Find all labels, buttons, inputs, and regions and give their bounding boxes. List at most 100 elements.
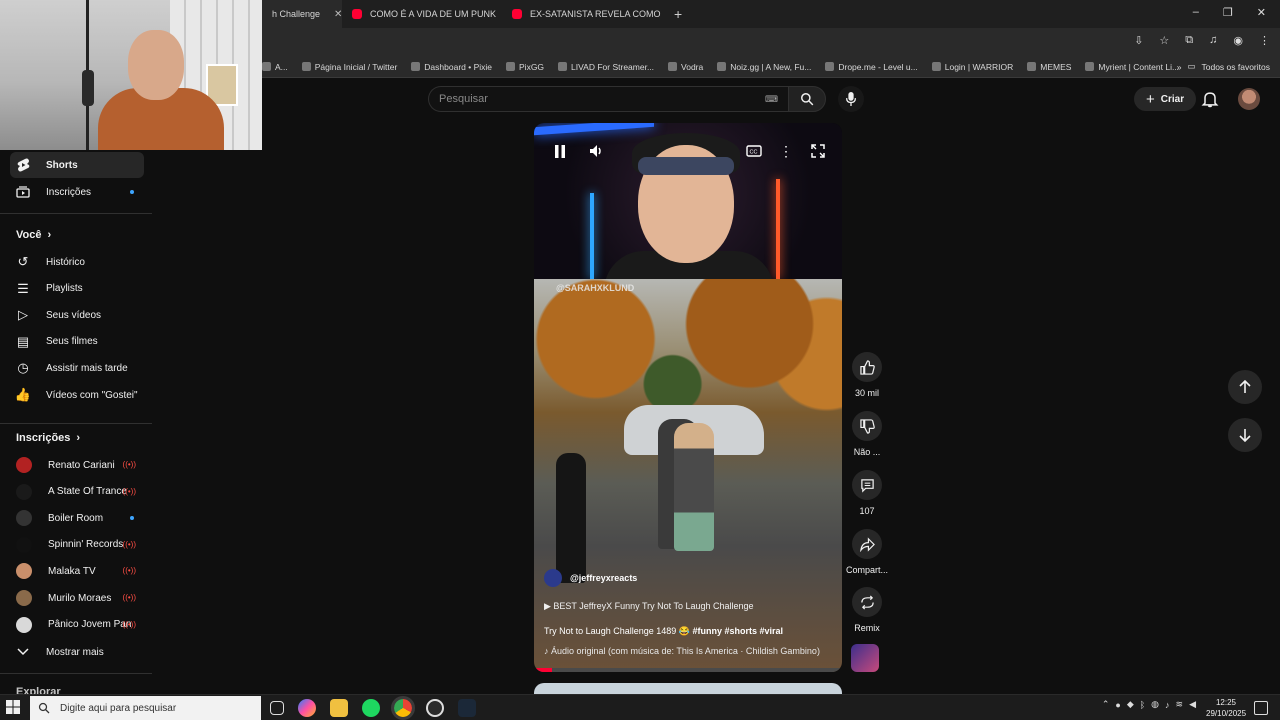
toolbar-icons: ⇩ ☆ ⧉ ♫ ◉ ⋮ [1134,34,1270,47]
bookmark-item[interactable]: Myrient | Content Li... [1085,62,1179,72]
search-button[interactable] [788,86,826,112]
copilot-icon[interactable] [298,699,316,717]
discord-tray-icon[interactable]: ◆ [1127,699,1134,710]
youtube-masthead: Pesquisar ⌨ + Criar [262,79,1280,119]
minimize-icon[interactable]: – [1193,6,1199,19]
subscription-channel[interactable]: A State Of Trance ((•)) [10,479,144,505]
close-icon[interactable]: ✕ [334,9,342,20]
short-metadata: @jeffreyxreacts ▶ BEST JeffreyX Funny Tr… [544,569,836,656]
window-controls: – ❐ ✕ [1193,6,1266,19]
account-avatar[interactable] [1238,88,1260,110]
short-hashtags[interactable]: #funny #shorts #viral [692,626,783,636]
bookmark-label: Dashboard • Pixie [424,61,493,72]
steam-tray-icon[interactable]: ● [1115,700,1120,710]
bookmark-item[interactable]: Drope.me - Level u... [825,62,918,72]
bookmark-item[interactable]: Página Inicial / Twitter [301,62,397,72]
chrome-icon[interactable] [391,696,415,720]
subscription-channel[interactable]: Spinnin' Records ((•)) [10,532,144,558]
search-input[interactable]: Pesquisar ⌨ [428,86,788,112]
obs-icon[interactable] [426,699,444,717]
playback-progress-bar[interactable] [534,668,842,672]
bookmark-item[interactable]: Noiz.gg | A New, Fu... [717,62,811,72]
bookmark-item[interactable]: PixGG [506,62,544,72]
audio-track-link[interactable]: ♪ Áudio original (com música de: This Is… [544,646,836,656]
browser-tab[interactable]: EX-SATANISTA REVELA COMO ✕ [502,0,662,28]
new-tab-button[interactable]: + [674,6,682,22]
subscription-channel[interactable]: Malaka TV ((•)) [10,558,144,584]
channel-link[interactable]: @jeffreyxreacts [544,569,836,587]
close-window-icon[interactable]: ✕ [1257,6,1266,19]
bookmarks-overflow-icon[interactable]: » [1177,62,1182,72]
clock-time: 12:25 [1215,698,1237,707]
sidebar-item-label: Seus vídeos [46,309,102,321]
bookmark-item[interactable]: Login | WARRIOR [931,62,1013,72]
steam-icon[interactable] [458,699,476,717]
restore-icon[interactable]: ❐ [1223,6,1233,19]
bluetooth-icon[interactable]: ᛒ [1140,700,1145,710]
pause-button[interactable] [550,141,570,161]
subscription-channel[interactable]: Renato Cariani ((•)) [10,452,144,478]
fullscreen-button[interactable] [808,141,828,161]
related-video-link[interactable]: ▶ BEST JeffreyX Funny Try Not To Laugh C… [544,601,836,612]
x-icon [301,62,311,71]
volume-tray-icon[interactable]: ◀ [1189,699,1196,710]
sidebar-item-playlists[interactable]: ☰ Playlists [10,276,144,302]
star-icon[interactable]: ☆ [1159,34,1169,47]
comments-button[interactable] [852,470,882,500]
bookmark-item[interactable]: MEMES [1027,62,1071,72]
bell-icon [1201,92,1219,108]
share-button[interactable] [852,529,882,559]
shorts-player[interactable]: @SARAHXKLUND CC ⋮ @jeffreyxreacts ▶ BEST… [534,123,842,672]
more-options-button[interactable]: ⋮ [776,141,796,161]
notifications-button[interactable] [1200,89,1220,109]
previous-short-button[interactable] [1228,370,1262,404]
subscription-channel[interactable]: Pânico Jovem Pan ((•)) [10,612,144,638]
audio-source-thumbnail[interactable] [851,644,879,672]
subscription-channel[interactable]: Murilo Moraes ((•)) [10,585,144,611]
tray-overflow-icon[interactable]: ⌃ [1102,699,1110,710]
taskbar-search-input[interactable]: Digite aqui para pesquisar [30,696,261,720]
install-app-icon[interactable]: ⇩ [1134,34,1143,47]
show-more-button[interactable]: Mostrar mais [10,639,144,665]
remix-button[interactable] [852,587,882,617]
keyboard-icon[interactable]: ⌨ [765,94,778,105]
captions-button[interactable]: CC [744,141,764,161]
bookmark-item[interactable]: A... [262,62,288,72]
all-bookmarks[interactable]: » ▭ Todos os favoritos [1177,61,1270,72]
sidebar-item-history[interactable]: ↺ Histórico [10,249,144,275]
dislike-button[interactable] [852,411,882,441]
create-button[interactable]: + Criar [1134,87,1197,111]
browser-tab-active[interactable]: h Challenge ✕ [262,0,342,28]
menu-icon[interactable]: ⋮ [1259,34,1270,47]
sidebar-item-liked[interactable]: 👍 Vídeos com "Gostei" [10,382,144,408]
mic-tray-icon[interactable]: ♪ [1165,700,1170,710]
bookmark-item[interactable]: Vodra [668,62,703,72]
file-explorer-icon[interactable] [330,699,348,717]
system-clock[interactable]: 12:25 29/10/2025 [1206,697,1246,719]
next-short-button[interactable] [1228,418,1262,452]
sidebar-subscriptions-header[interactable]: Inscrições › [16,432,80,444]
sidebar-item-watch-later[interactable]: ◷ Assistir mais tarde [10,355,144,381]
bookmark-item[interactable]: Dashboard • Pixie [411,62,492,72]
sidebar-you-header[interactable]: Você › [16,229,51,241]
sidebar-item-shorts[interactable]: Shorts [10,152,144,178]
sidebar-item-your-movies[interactable]: ▤ Seus filmes [10,329,144,355]
network-icon[interactable]: ◍ [1151,699,1159,710]
sidebar-item-your-videos[interactable]: ▷ Seus vídeos [10,302,144,328]
task-view-icon[interactable] [270,701,284,715]
voice-search-button[interactable] [838,86,864,112]
browser-tab[interactable]: COMO É A VIDA DE UM PUNK ✕ [342,0,502,28]
media-control-icon[interactable]: ♫ [1209,34,1217,47]
wifi-icon[interactable]: ≋ [1176,699,1184,710]
windows-start-button[interactable] [6,700,22,716]
volume-button[interactable] [586,141,606,161]
notification-center-icon[interactable] [1254,701,1268,715]
sidebar-item-subscriptions[interactable]: Inscrições [10,179,144,205]
like-button[interactable] [852,352,882,382]
bookmark-item[interactable]: LIVAD For Streamer... [558,62,654,72]
spotify-icon[interactable] [362,699,380,717]
extensions-icon[interactable]: ⧉ [1185,34,1193,47]
subscription-channel[interactable]: Boiler Room [10,505,144,531]
profile-icon[interactable]: ◉ [1233,34,1243,47]
live-indicator-icon: ((•)) [122,593,136,602]
